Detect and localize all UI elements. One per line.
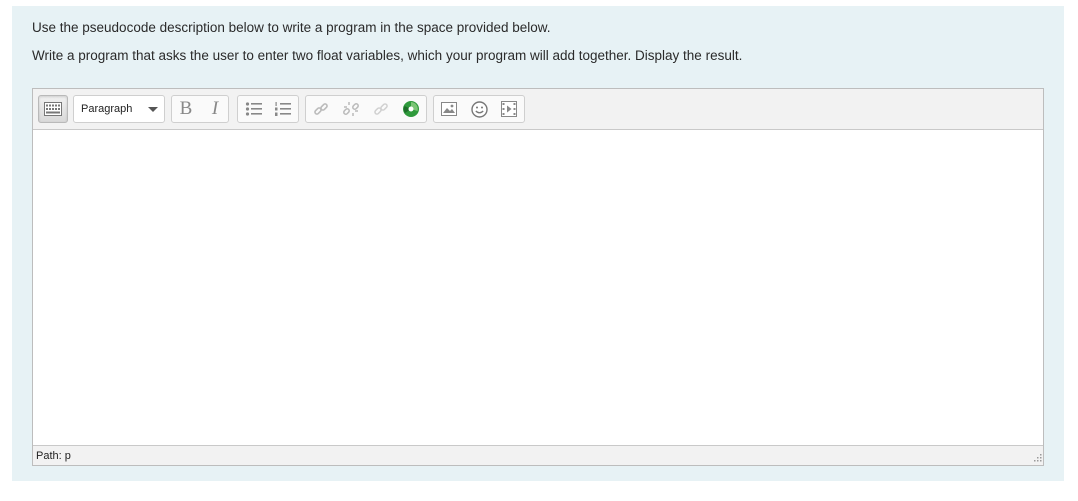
unlink-icon bbox=[343, 102, 359, 116]
element-path: Path: p bbox=[36, 449, 71, 462]
media-group bbox=[433, 95, 525, 123]
link-group bbox=[305, 95, 427, 123]
numbered-list-button[interactable] bbox=[269, 96, 297, 122]
anchor-icon bbox=[374, 103, 388, 115]
list-group bbox=[237, 95, 299, 123]
keyboard-icon bbox=[44, 102, 62, 116]
instruction-line-1: Use the pseudocode description below to … bbox=[32, 20, 551, 35]
italic-icon: I bbox=[211, 98, 219, 119]
bold-button[interactable]: B bbox=[172, 96, 200, 122]
editor-toolbar: Paragraph B I bbox=[33, 89, 1043, 130]
insert-emoticon-button[interactable] bbox=[465, 96, 493, 122]
bold-icon: B bbox=[179, 98, 193, 119]
editor-content-area[interactable] bbox=[33, 130, 1043, 445]
media-icon bbox=[501, 101, 517, 117]
link-button[interactable] bbox=[307, 96, 335, 122]
unlink-button[interactable] bbox=[337, 96, 365, 122]
anchor-button[interactable] bbox=[367, 96, 395, 122]
instruction-line-2: Write a program that asks the user to en… bbox=[32, 48, 743, 63]
link-icon bbox=[314, 103, 328, 115]
bullet-list-icon bbox=[245, 102, 262, 116]
media-plugin-icon bbox=[403, 101, 419, 117]
format-select[interactable]: Paragraph bbox=[73, 95, 165, 123]
question-panel: Use the pseudocode description below to … bbox=[12, 6, 1064, 481]
numbered-list-icon bbox=[275, 102, 291, 116]
bullet-list-button[interactable] bbox=[240, 96, 268, 122]
chevron-down-icon bbox=[148, 107, 158, 112]
image-icon bbox=[441, 102, 457, 116]
media-plugin-button[interactable] bbox=[397, 96, 425, 122]
italic-button[interactable]: I bbox=[201, 96, 229, 122]
editor-statusbar: Path: p bbox=[33, 445, 1043, 465]
toolbar-toggle-button[interactable] bbox=[38, 95, 68, 123]
format-select-value: Paragraph bbox=[81, 103, 133, 115]
rich-text-editor: Paragraph B I Path: p bbox=[32, 88, 1044, 466]
emoticon-icon bbox=[470, 100, 488, 118]
insert-image-button[interactable] bbox=[435, 96, 463, 122]
text-style-group: B I bbox=[171, 95, 229, 123]
resize-handle-icon[interactable] bbox=[1030, 452, 1042, 464]
insert-media-button[interactable] bbox=[495, 96, 523, 122]
